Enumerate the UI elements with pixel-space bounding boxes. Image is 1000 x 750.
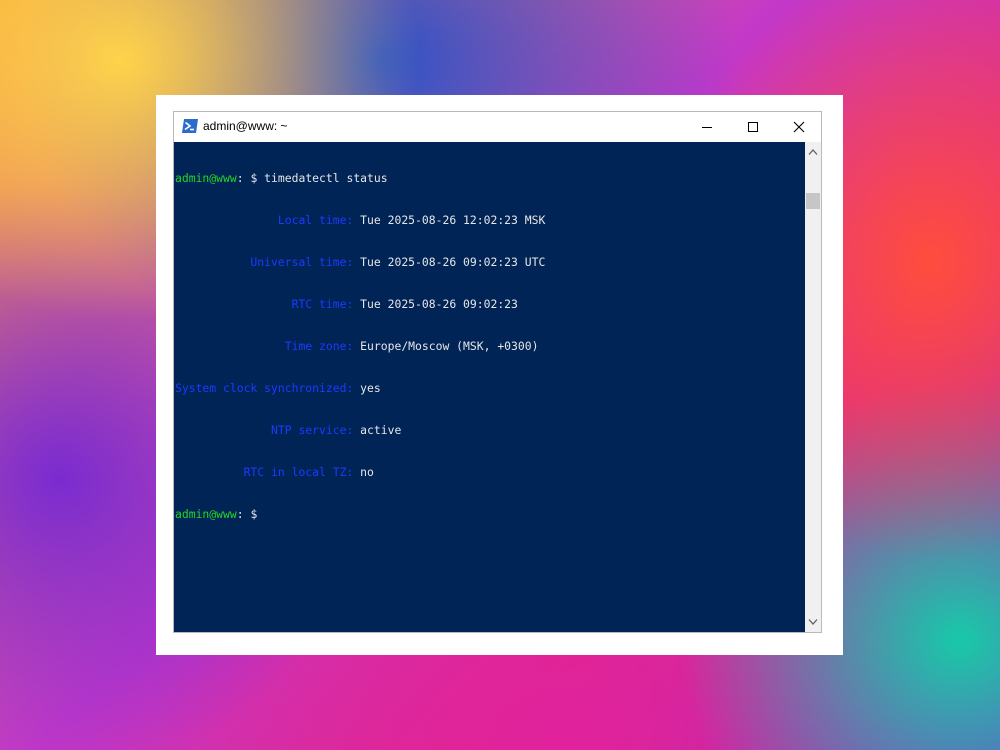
terminal-window: admin@www: ~ admin@www: $ timedatectl st… xyxy=(173,111,822,633)
status-line: Local time: Tue 2025-08-26 12:02:23 MSK xyxy=(175,213,545,227)
status-line: NTP service: active xyxy=(175,423,545,437)
status-label: Time zone: xyxy=(175,339,354,353)
title-bar[interactable]: admin@www: ~ xyxy=(174,112,821,142)
minimize-icon xyxy=(702,127,712,128)
status-label: NTP service: xyxy=(175,423,354,437)
status-line: RTC in local TZ: no xyxy=(175,465,545,479)
status-line: Time zone: Europe/Moscow (MSK, +0300) xyxy=(175,339,545,353)
powershell-icon xyxy=(182,119,198,133)
prompt-suffix: : $ xyxy=(236,171,265,185)
status-value: Europe/Moscow (MSK, +0300) xyxy=(353,339,539,353)
status-value: Tue 2025-08-26 09:02:23 xyxy=(353,297,518,311)
command-text: timedatectl status xyxy=(264,171,388,185)
status-label: Local time: xyxy=(175,213,354,227)
close-button[interactable] xyxy=(776,112,822,142)
scrollbar-thumb[interactable] xyxy=(806,193,820,209)
status-value: no xyxy=(353,465,374,479)
vertical-scrollbar[interactable] xyxy=(805,142,821,632)
close-icon xyxy=(793,121,805,133)
status-label: RTC time: xyxy=(175,297,354,311)
status-line: System clock synchronized: yes xyxy=(175,381,545,395)
command-line: admin@www: $ timedatectl status xyxy=(175,171,545,185)
prompt-suffix: : $ xyxy=(236,507,258,521)
window-title: admin@www: ~ xyxy=(203,119,288,133)
terminal-output[interactable]: admin@www: $ timedatectl status Local ti… xyxy=(174,142,805,632)
status-label: RTC in local TZ: xyxy=(175,465,354,479)
status-value: yes xyxy=(353,381,381,395)
maximize-button[interactable] xyxy=(730,112,776,142)
status-value: Tue 2025-08-26 12:02:23 MSK xyxy=(353,213,546,227)
scroll-up-icon[interactable] xyxy=(808,148,818,156)
scroll-down-icon[interactable] xyxy=(808,618,818,626)
maximize-icon xyxy=(748,122,758,132)
minimize-button[interactable] xyxy=(684,112,730,142)
status-line: Universal time: Tue 2025-08-26 09:02:23 … xyxy=(175,255,545,269)
prompt-user: admin@www xyxy=(175,171,237,185)
status-value: Tue 2025-08-26 09:02:23 UTC xyxy=(353,255,546,269)
prompt-user: admin@www xyxy=(175,507,237,521)
status-label: System clock synchronized: xyxy=(175,381,354,395)
status-value: active xyxy=(353,423,402,437)
status-label: Universal time: xyxy=(175,255,354,269)
final-prompt-line: admin@www: $ xyxy=(175,507,545,521)
status-line: RTC time: Tue 2025-08-26 09:02:23 xyxy=(175,297,545,311)
